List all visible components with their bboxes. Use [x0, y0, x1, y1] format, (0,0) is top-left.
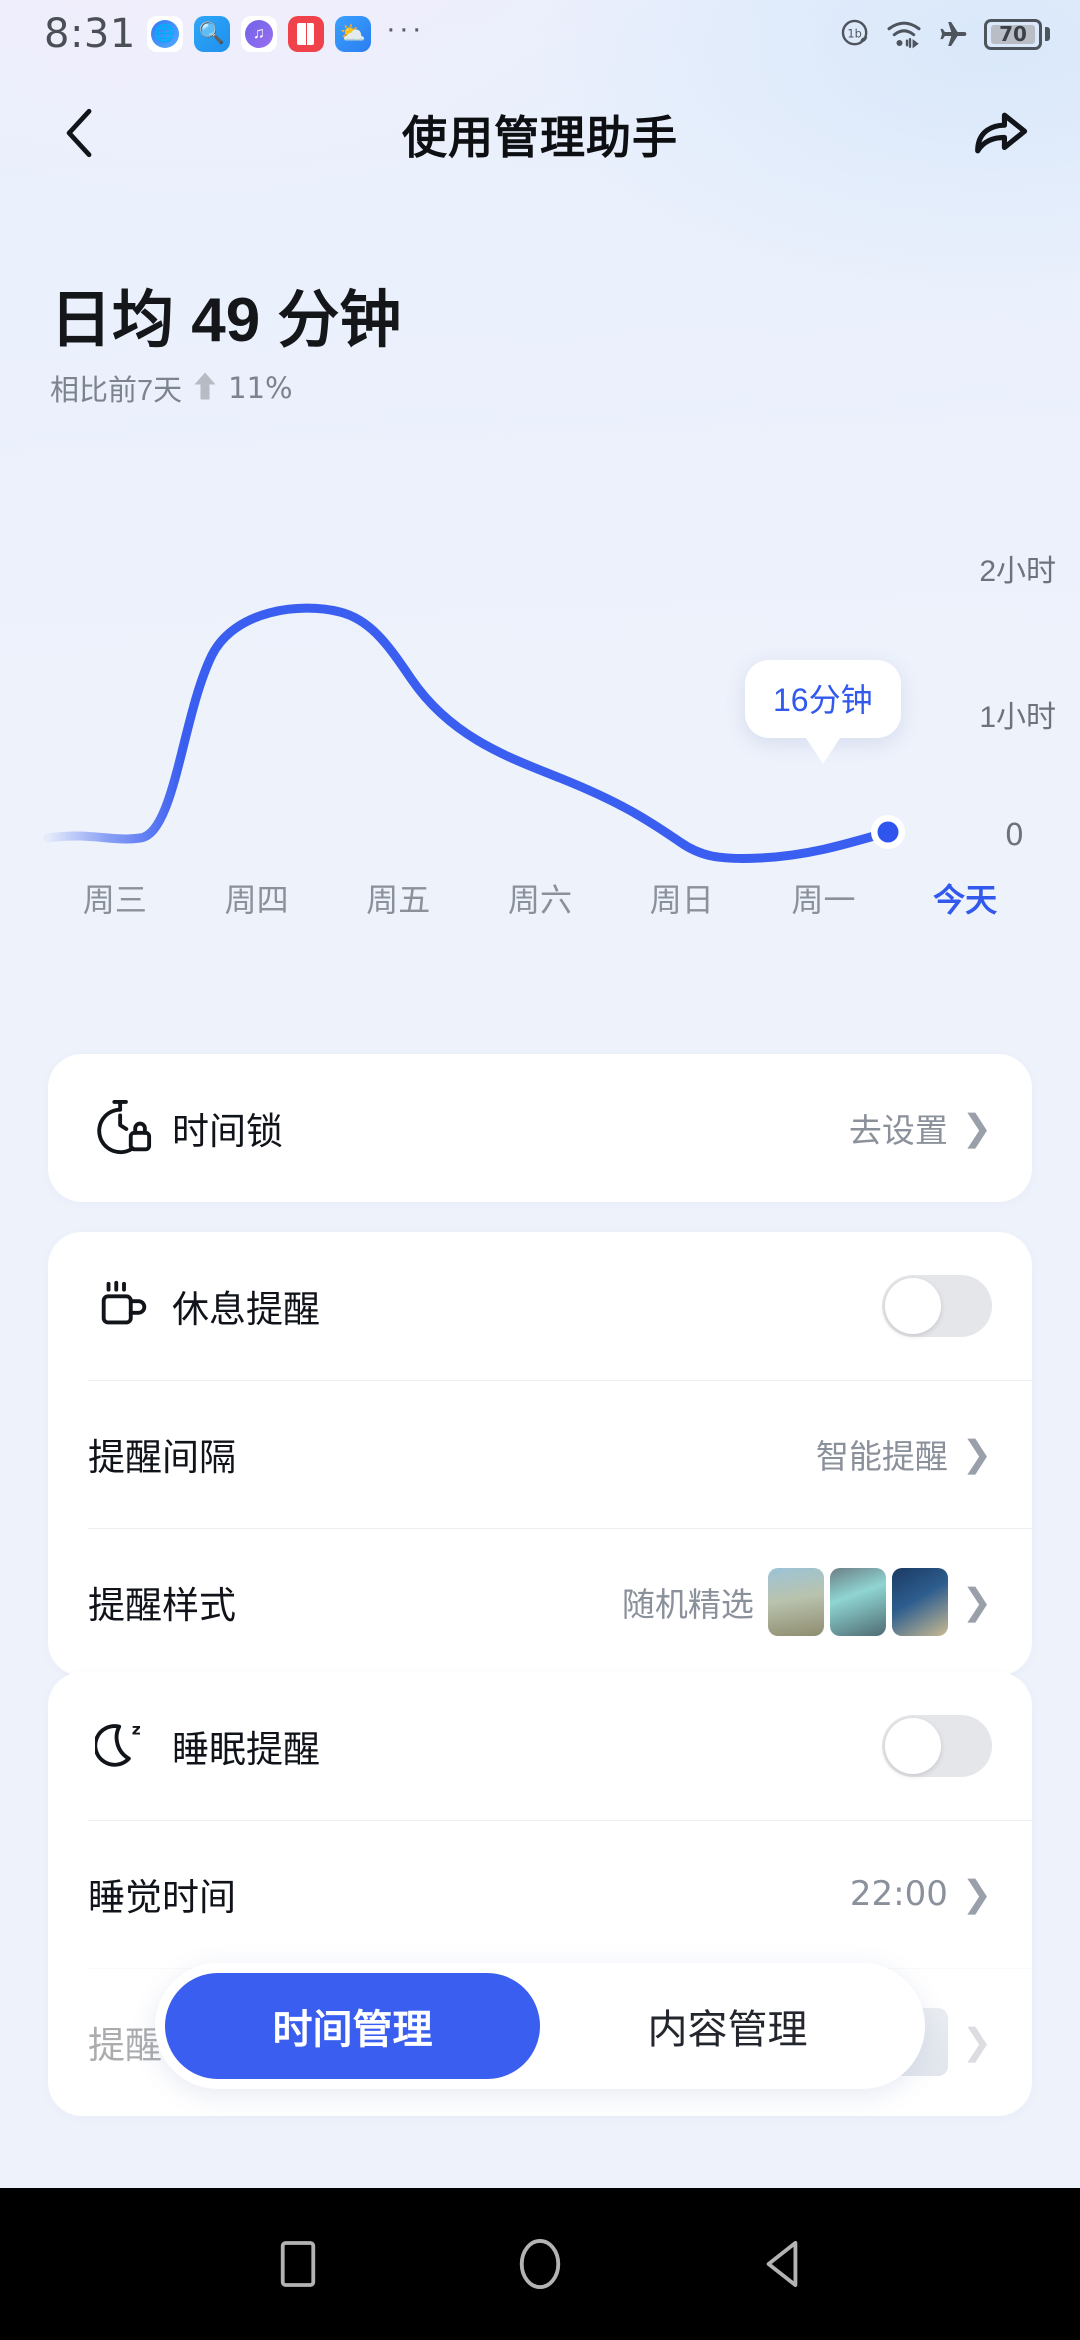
back-triangle-icon[interactable]	[742, 2224, 822, 2304]
row-label-time-lock: 时间锁	[172, 1111, 283, 1152]
battery-indicator: 70	[984, 18, 1050, 50]
weekday-selector[interactable]: 周三 周四 周五 周六 周日 周一 今天	[0, 875, 1080, 921]
comparison-row: 相比前7天 11%	[50, 367, 401, 409]
home-circle-icon[interactable]	[500, 2224, 580, 2304]
browser-icon: 🌐	[146, 16, 183, 52]
battery-percent: 70	[991, 22, 1035, 46]
row-sleep-reminder[interactable]: z 睡眠提醒	[48, 1672, 1032, 1820]
status-time: 8:31	[44, 11, 136, 57]
search-icon: 🔍	[193, 16, 230, 52]
row-right-reminder-interval: 智能提醒 ❯	[816, 1430, 992, 1478]
summary-headline: 日均 49 分钟 相比前7天 11%	[50, 288, 401, 409]
weekday-item-1[interactable]: 周四	[186, 875, 328, 921]
music-icon: ♫	[240, 16, 277, 52]
row-label-break-reminder: 休息提醒	[172, 1289, 320, 1330]
share-icon[interactable]	[958, 91, 1042, 175]
row-label-sleep-reminder: 睡眠提醒	[172, 1729, 320, 1770]
row-reminder-interval[interactable]: 提醒间隔 智能提醒 ❯	[48, 1380, 1032, 1528]
row-bedtime[interactable]: 睡觉时间 22:00 ❯	[48, 1820, 1032, 1968]
row-label-reminder-interval: 提醒间隔	[88, 1437, 236, 1478]
row-right-time-lock: 去设置 ❯	[849, 1104, 992, 1152]
row-break-reminder[interactable]: 休息提醒	[48, 1232, 1032, 1380]
weekday-item-4[interactable]: 周日	[611, 875, 753, 921]
y-axis-label-2h: 2小时	[979, 555, 1056, 588]
coastline-thumbnail	[891, 1568, 948, 1636]
wifi-icon	[886, 18, 922, 50]
moon-sleep-icon: z	[88, 1717, 160, 1775]
svg-text:z: z	[132, 1720, 141, 1738]
time-lock-card: 时间锁 去设置 ❯	[48, 1054, 1032, 1202]
row-right-reminder-style: 随机精选 ❯	[622, 1568, 992, 1636]
comparison-percent: 11%	[228, 371, 293, 406]
waterfall-thumbnail	[829, 1568, 886, 1636]
tab-time-management[interactable]: 时间管理	[165, 1973, 540, 2079]
weekday-item-3[interactable]: 周六	[469, 875, 611, 921]
lighthouse-thumbnail	[767, 1568, 824, 1636]
weather-icon: ⛅	[334, 16, 371, 52]
tab-content-management[interactable]: 内容管理	[540, 1973, 915, 2079]
row-right-bedtime: 22:00 ❯	[850, 1874, 992, 1914]
row-value-time-lock: 去设置	[848, 1112, 948, 1149]
row-value-reminder-interval: 智能提醒	[815, 1438, 948, 1475]
app-bar: 使用管理助手	[0, 78, 1080, 188]
page-title: 使用管理助手	[401, 111, 678, 163]
stopwatch-lock-icon	[88, 1097, 160, 1159]
toggle-sleep-reminder[interactable]	[882, 1715, 992, 1777]
airplane-mode-icon	[935, 18, 971, 50]
row-time-lock[interactable]: 时间锁 去设置 ❯	[48, 1054, 1032, 1202]
y-axis-label-1h: 1小时	[979, 701, 1056, 734]
row-right-sleep-reminder	[882, 1715, 992, 1777]
chart-tooltip-tail	[805, 738, 840, 764]
row-label-bedtime: 睡觉时间	[88, 1877, 236, 1918]
status-bar-left: 8:31 🌐 🔍 ♫ ⛅ ···	[44, 11, 425, 57]
weekday-item-today[interactable]: 今天	[894, 875, 1036, 921]
chevron-right-icon: ❯	[961, 1873, 992, 1914]
row-reminder-style[interactable]: 提醒样式 随机精选 ❯	[48, 1528, 1032, 1676]
chart-tooltip: 16分钟	[745, 660, 901, 764]
row-value-reminder-style: 随机精选	[621, 1586, 754, 1623]
recents-square-icon[interactable]	[258, 2224, 338, 2304]
status-bar-right: 1b 70	[839, 17, 1050, 51]
row-right-break-reminder	[882, 1275, 992, 1337]
back-chevron-icon[interactable]	[38, 91, 122, 175]
row-value-bedtime: 22:00	[849, 1874, 948, 1914]
weekday-item-0[interactable]: 周三	[44, 875, 186, 921]
y-axis-label-0: 0	[1004, 818, 1024, 853]
break-reminder-card: 休息提醒 提醒间隔 智能提醒 ❯ 提醒样式 随机精选 ❯	[48, 1232, 1032, 1676]
android-nav-bar	[0, 2188, 1080, 2340]
chevron-right-icon: ❯	[961, 2021, 992, 2062]
weekday-item-5[interactable]: 周一	[753, 875, 895, 921]
row-label-reminder-style: 提醒样式	[88, 1585, 236, 1626]
comparison-label: 相比前7天	[50, 375, 183, 408]
reminder-style-thumbnails[interactable]	[767, 1568, 948, 1636]
chart-tooltip-value: 16分钟	[745, 660, 901, 738]
phone-screen: 8:31 🌐 🔍 ♫ ⛅ ··· 1b 70 使用管理助手 日均 49 分钟 相…	[0, 0, 1080, 2340]
toggle-break-reminder[interactable]	[882, 1275, 992, 1337]
data-saver-icon: 1b	[839, 17, 873, 51]
chevron-right-icon: ❯	[961, 1433, 992, 1474]
daily-average-text: 日均 49 分钟	[50, 286, 402, 355]
arrow-up-icon	[192, 371, 218, 405]
coffee-cup-icon	[88, 1277, 160, 1335]
weekday-item-2[interactable]: 周五	[327, 875, 469, 921]
book-icon	[287, 16, 324, 52]
chevron-right-icon: ❯	[961, 1107, 992, 1148]
status-overflow-dots: ···	[385, 12, 425, 45]
status-bar: 8:31 🌐 🔍 ♫ ⛅ ··· 1b 70	[0, 0, 1080, 68]
chevron-right-icon: ❯	[961, 1581, 992, 1622]
svg-text:1b: 1b	[847, 27, 861, 41]
bottom-tab-switcher[interactable]: 时间管理 内容管理	[155, 1963, 925, 2089]
